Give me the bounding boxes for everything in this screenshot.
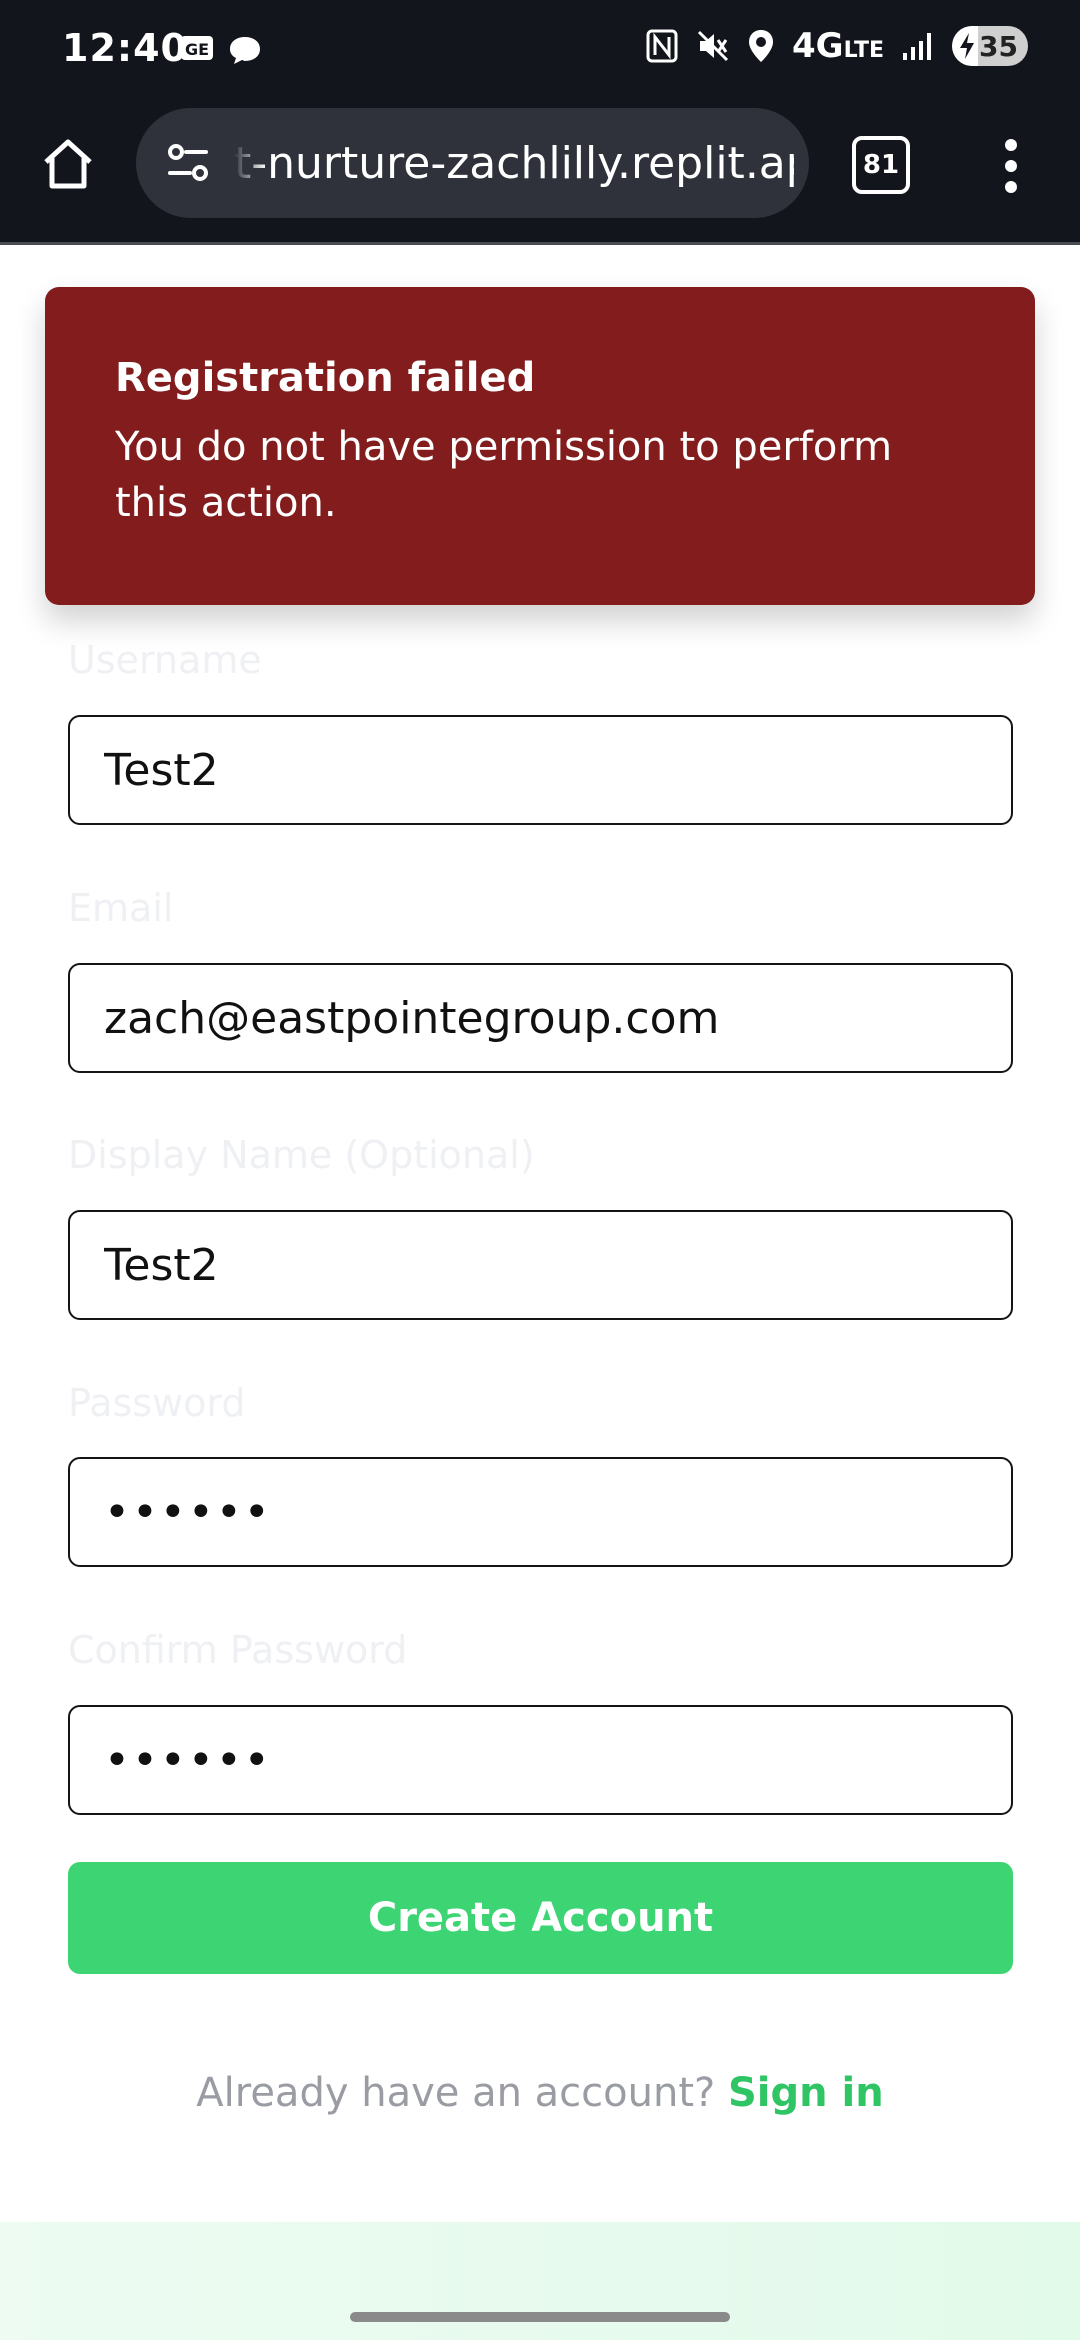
battery-level: 35 (979, 29, 1018, 63)
battery-charging-icon (960, 33, 974, 59)
error-toast[interactable]: Registration failed You do not have perm… (45, 287, 1035, 605)
username-input[interactable] (68, 715, 1013, 825)
gesture-home-indicator[interactable] (350, 2312, 730, 2322)
password-label: Password (68, 1381, 246, 1425)
network-label: 4G (792, 26, 844, 66)
url-text[interactable]: t-nurture-zachlilly.replit.app (234, 138, 794, 189)
signin-prompt-text: Already have an account? (196, 2070, 716, 2116)
battery-indicator: 35 (952, 26, 1028, 66)
more-options-icon[interactable] (996, 136, 1026, 196)
footer-band (0, 2222, 1080, 2340)
tab-switcher-button[interactable]: 81 (852, 136, 910, 194)
svg-text:GE: GE (185, 40, 209, 59)
create-account-button[interactable]: Create Account (68, 1862, 1013, 1974)
browser-toolbar: t-nurture-zachlilly.replit.app 81 (0, 100, 1080, 245)
home-icon[interactable] (40, 136, 96, 192)
mute-icon (697, 30, 729, 62)
status-bar: 12:40 GE 4GLTE 35 (0, 0, 1080, 100)
system-icons: 4GLTE 35 (646, 26, 1028, 66)
notification-icons: GE (180, 34, 262, 66)
password-input[interactable] (68, 1457, 1013, 1567)
site-settings-icon[interactable] (158, 133, 218, 193)
network-sub-label: LTE (843, 38, 884, 63)
username-label: Username (68, 638, 262, 682)
toast-title: Registration failed (115, 355, 536, 401)
gmail-icon: GE (181, 36, 213, 60)
signin-prompt: Already have an account? Sign in (0, 2070, 1080, 2116)
toast-message: You do not have permission to perform th… (115, 424, 893, 526)
network-type: 4GLTE (792, 26, 884, 66)
email-input[interactable] (68, 963, 1013, 1073)
status-time: 12:40 (62, 26, 188, 70)
nfc-icon (646, 29, 678, 63)
location-icon (749, 30, 773, 62)
display-name-input[interactable] (68, 1210, 1013, 1320)
display-name-label: Display Name (Optional) (68, 1133, 535, 1177)
signal-icon (903, 33, 931, 60)
confirm-password-label: Confirm Password (68, 1628, 408, 1672)
address-bar[interactable]: t-nurture-zachlilly.replit.app (136, 108, 809, 218)
confirm-password-input[interactable] (68, 1705, 1013, 1815)
email-label: Email (68, 886, 174, 930)
chat-bubble-icon (230, 37, 260, 64)
signin-link[interactable]: Sign in (728, 2070, 884, 2116)
